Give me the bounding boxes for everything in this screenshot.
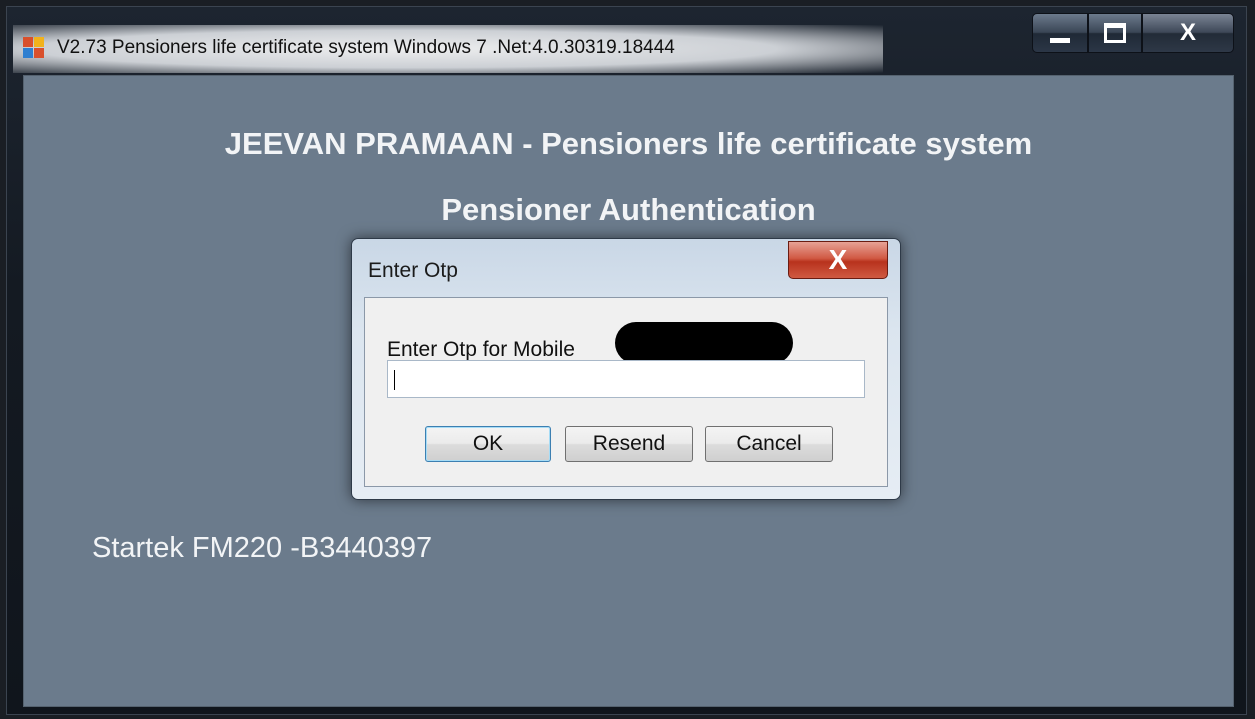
device-label: Startek FM220 -B3440397 [92, 532, 433, 564]
maximize-button[interactable] [1088, 13, 1142, 53]
dialog-title: Enter Otp [368, 259, 458, 282]
otp-label: Enter Otp for Mobile [387, 338, 575, 361]
close-button[interactable]: X [1142, 13, 1234, 53]
maximize-icon [1104, 23, 1126, 43]
otp-input[interactable] [387, 360, 865, 398]
text-caret [394, 370, 395, 390]
otp-dialog: Enter Otp X Enter Otp for Mobile OK Rese… [351, 238, 901, 500]
resend-button[interactable]: Resend [565, 426, 693, 462]
main-window: V2.73 Pensioners life certificate system… [6, 6, 1247, 715]
title-bar[interactable]: V2.73 Pensioners life certificate system… [7, 7, 1246, 73]
page-title: JEEVAN PRAMAAN - Pensioners life certifi… [224, 126, 1033, 161]
dialog-body: Enter Otp for Mobile OK Resend Cancel [364, 297, 888, 487]
close-icon: X [1179, 19, 1196, 46]
minimize-button[interactable] [1032, 13, 1088, 53]
cancel-button[interactable]: Cancel [705, 426, 833, 462]
caption-buttons: X [1032, 13, 1234, 55]
window-title: V2.73 Pensioners life certificate system… [57, 37, 675, 58]
redaction-mark [615, 322, 793, 364]
page-subtitle: Pensioner Authentication [441, 192, 816, 227]
dialog-close-button[interactable]: X [788, 241, 888, 279]
app-icon[interactable] [23, 37, 45, 59]
minimize-icon [1050, 37, 1070, 43]
ok-button[interactable]: OK [425, 426, 551, 462]
close-icon: X [828, 244, 848, 275]
